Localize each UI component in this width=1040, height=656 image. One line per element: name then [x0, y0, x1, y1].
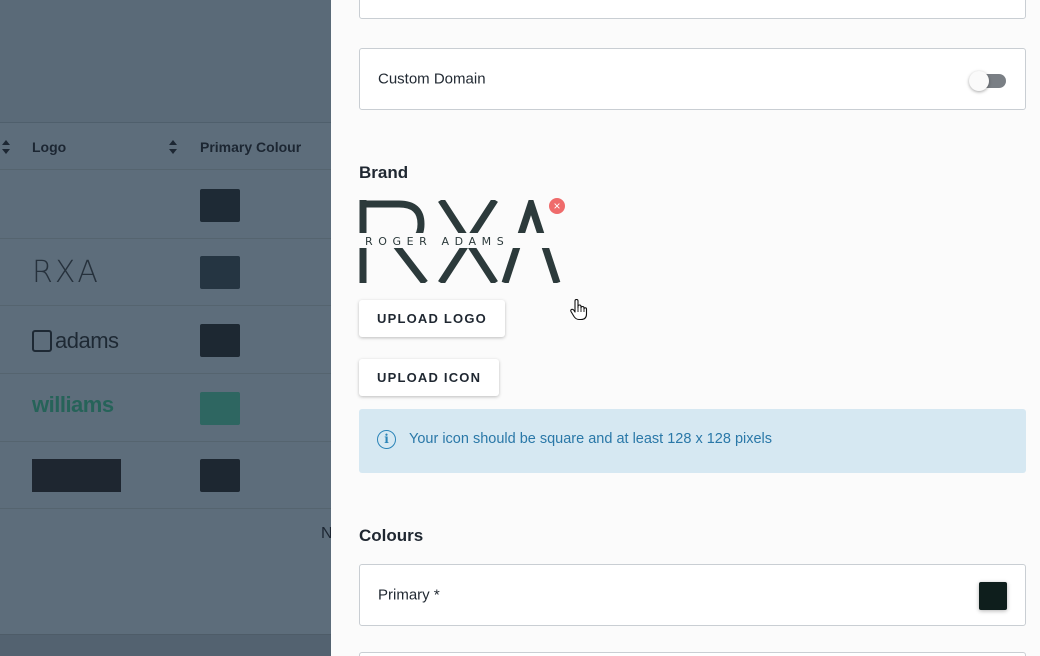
info-alert-text: Your icon should be square and at least …	[409, 431, 773, 447]
williams-logo-text: williams	[32, 392, 114, 417]
row-logo-rxa: RXA	[32, 256, 127, 290]
colours-section-title: Colours	[359, 526, 424, 545]
table-row[interactable]: RXA	[0, 239, 331, 306]
adams-logo-square-icon	[32, 330, 52, 352]
upload-logo-button[interactable]: UPLOAD LOGO	[359, 300, 505, 337]
background-footer	[0, 634, 331, 656]
sort-icon[interactable]	[2, 140, 10, 154]
sort-icon[interactable]	[169, 140, 177, 154]
rxa-logo-image: ROGER ADAMS	[359, 200, 564, 283]
adams-logo-text: adams	[55, 328, 119, 353]
remove-logo-button[interactable]: ×	[549, 198, 565, 214]
column-header-logo[interactable]: Logo	[32, 139, 66, 155]
row-logo-empty	[32, 189, 127, 223]
row-logo-adams: adams	[32, 324, 127, 358]
brand-logo-preview: ROGER ADAMS	[359, 200, 564, 283]
primary-colour-swatch	[200, 392, 240, 425]
previous-field[interactable]	[359, 0, 1026, 19]
primary-colour-picker[interactable]	[979, 582, 1007, 610]
icon-size-info-alert: i Your icon should be square and at leas…	[359, 409, 1026, 473]
primary-colour-label: Primary *	[378, 586, 440, 604]
info-circle-icon: i	[377, 430, 396, 449]
custom-domain-toggle[interactable]	[969, 71, 1007, 91]
primary-colour-swatch	[200, 459, 240, 492]
table-row[interactable]	[0, 442, 331, 509]
rxa-logo-text: RXA	[32, 255, 100, 290]
column-header-primary-colour[interactable]: Primary Colour	[200, 139, 301, 155]
background-partial-text: N	[321, 525, 331, 542]
custom-domain-field[interactable]: Custom Domain	[359, 48, 1026, 110]
table-row[interactable]: williams	[0, 375, 331, 442]
logo-placeholder-block	[32, 459, 121, 492]
primary-colour-swatch	[200, 324, 240, 357]
upload-icon-button[interactable]: UPLOAD ICON	[359, 359, 500, 396]
brand-section-title: Brand	[359, 163, 409, 182]
table-row[interactable]: adams	[0, 307, 331, 374]
row-logo-block	[32, 459, 127, 493]
close-icon: ×	[553, 199, 561, 213]
next-field[interactable]	[359, 652, 1026, 656]
primary-colour-swatch	[200, 256, 240, 289]
custom-domain-label: Custom Domain	[378, 70, 486, 88]
toggle-thumb	[969, 71, 989, 91]
table-header: Logo Primary Colour	[0, 122, 331, 170]
row-logo-williams: williams	[32, 392, 127, 426]
table-row[interactable]	[0, 172, 331, 239]
settings-drawer: Custom Domain Brand ROGER ADAMS × UPLOAD…	[331, 0, 1040, 656]
background-table-area: Logo Primary Colour RXA adams williams N	[0, 0, 331, 656]
rxa-logo-subtitle: ROGER ADAMS	[365, 235, 509, 248]
primary-colour-swatch	[200, 189, 240, 222]
background-top-strip	[0, 0, 331, 122]
primary-colour-field[interactable]: Primary *	[359, 564, 1026, 626]
